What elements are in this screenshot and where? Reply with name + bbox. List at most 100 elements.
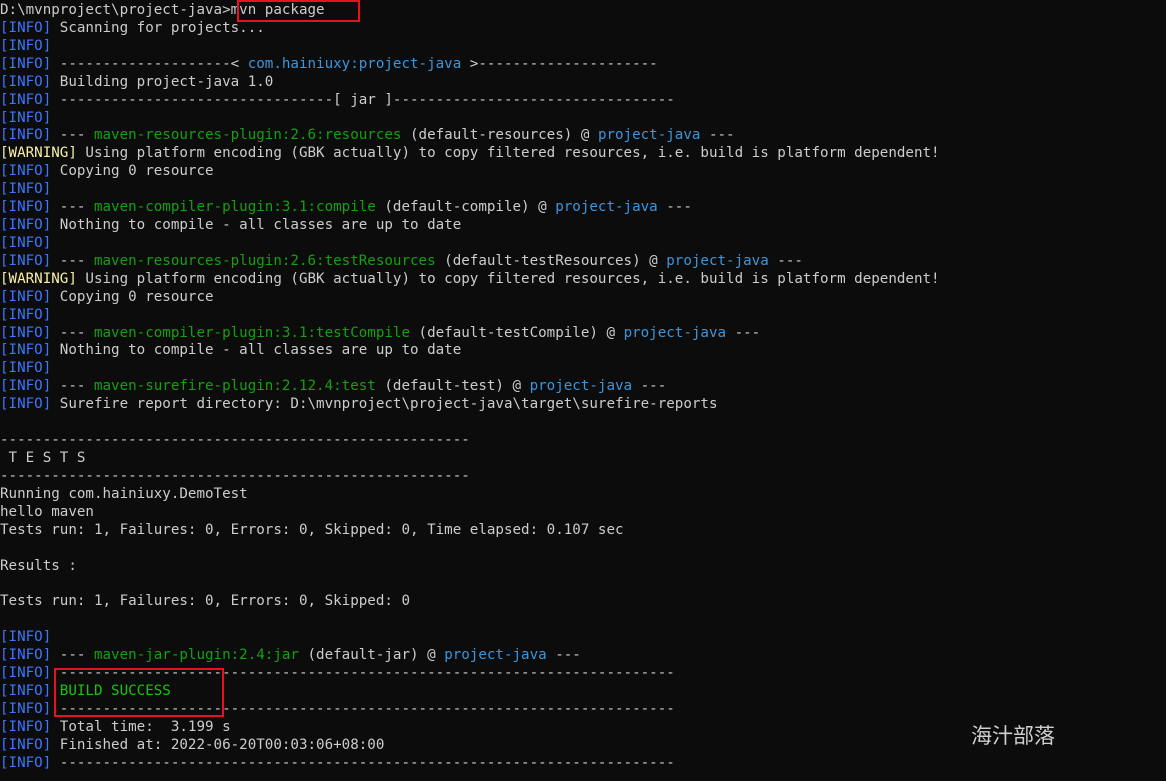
info-tag: [INFO] bbox=[0, 109, 52, 126]
output-text: Running com.hainiuxy.DemoTest bbox=[0, 485, 248, 502]
console-line: Tests run: 1, Failures: 0, Errors: 0, Sk… bbox=[0, 521, 624, 539]
console-line: [INFO] Copying 0 resource bbox=[0, 162, 214, 180]
output-text: T E S T S bbox=[0, 450, 86, 466]
artifact-name: project-java bbox=[597, 127, 701, 144]
output-text: (default-test) @ bbox=[375, 378, 530, 395]
info-tag: [INFO] bbox=[0, 199, 52, 216]
info-tag: [INFO] bbox=[0, 163, 52, 180]
console-line: [WARNING] Using platform encoding (GBK a… bbox=[0, 270, 940, 288]
output-text: hello maven bbox=[0, 503, 94, 520]
console-line: [INFO] --- maven-jar-plugin:2.4:jar (def… bbox=[0, 646, 581, 664]
console-line: ----------------------------------------… bbox=[0, 467, 470, 485]
output-text: Copying 0 resource bbox=[51, 288, 214, 305]
output-text: --- bbox=[51, 252, 94, 269]
output-text: (default-compile) @ bbox=[375, 199, 556, 216]
output-text: Results : bbox=[0, 557, 77, 574]
output-text: >--------------------- bbox=[461, 55, 658, 72]
warning-tag: [WARNING] bbox=[0, 145, 77, 162]
info-tag: [INFO] bbox=[0, 700, 52, 717]
info-tag: [INFO] bbox=[0, 181, 52, 198]
console-line: [INFO] bbox=[0, 37, 51, 55]
output-text: Total time: 3.199 s bbox=[51, 718, 231, 735]
console-line: [INFO] Total time: 3.199 s bbox=[0, 718, 231, 736]
output-text: Surefire report directory: D:\mvnproject… bbox=[51, 396, 718, 413]
info-tag: [INFO] bbox=[0, 37, 52, 54]
console-line: [INFO] Surefire report directory: D:\mvn… bbox=[0, 395, 718, 413]
console-line: [INFO] --------------------------------[… bbox=[0, 91, 675, 109]
plugin-goal: maven-jar-plugin:2.4:jar bbox=[93, 647, 299, 664]
console-line: [INFO] --- maven-compiler-plugin:3.1:com… bbox=[0, 198, 692, 216]
info-tag: [INFO] bbox=[0, 91, 52, 108]
output-text: --- bbox=[546, 647, 581, 664]
info-tag: [INFO] bbox=[0, 718, 52, 735]
console-line: [INFO] bbox=[0, 234, 51, 252]
output-text: ----------------------------------------… bbox=[0, 467, 470, 484]
console-line: [INFO] Building project-java 1.0 bbox=[0, 73, 273, 91]
console-line: [INFO] --- maven-surefire-plugin:2.12.4:… bbox=[0, 377, 666, 395]
console-line: [INFO] bbox=[0, 306, 51, 324]
plugin-goal: maven-surefire-plugin:2.12.4:test bbox=[93, 378, 376, 395]
artifact-name: com.hainiuxy:project-java bbox=[247, 55, 462, 72]
watermark-text: 海汁部落 bbox=[971, 724, 1055, 748]
console-line: Tests run: 1, Failures: 0, Errors: 0, Sk… bbox=[0, 592, 410, 610]
output-text: Using platform encoding (GBK actually) t… bbox=[76, 145, 940, 162]
console-line: [INFO] bbox=[0, 109, 51, 127]
command-highlight-box bbox=[237, 0, 360, 22]
output-text: --- bbox=[51, 199, 94, 216]
info-tag: [INFO] bbox=[0, 754, 52, 771]
prompt-path: D:\mvnproject\project-java> bbox=[0, 2, 231, 18]
output-text: --- bbox=[51, 324, 94, 341]
output-text: --- bbox=[657, 199, 692, 216]
console-line: [INFO] --- maven-resources-plugin:2.6:re… bbox=[0, 126, 735, 144]
console-line: Results : bbox=[0, 557, 77, 575]
info-tag: [INFO] bbox=[0, 217, 52, 234]
info-tag: [INFO] bbox=[0, 324, 52, 341]
terminal-window[interactable]: D:\mvnproject\project-java>mvn package [I… bbox=[0, 0, 1166, 781]
plugin-goal: maven-compiler-plugin:3.1:testCompile bbox=[93, 324, 411, 341]
warning-tag: [WARNING] bbox=[0, 270, 77, 287]
output-text: Scanning for projects... bbox=[51, 19, 265, 36]
output-text: --- bbox=[51, 378, 94, 395]
console-line: hello maven bbox=[0, 503, 94, 521]
console-line: Running com.hainiuxy.DemoTest bbox=[0, 485, 248, 503]
output-text: Tests run: 1, Failures: 0, Errors: 0, Sk… bbox=[0, 521, 624, 538]
info-tag: [INFO] bbox=[0, 342, 52, 359]
info-tag: [INFO] bbox=[0, 682, 52, 699]
output-text: --- bbox=[768, 252, 803, 269]
info-tag: [INFO] bbox=[0, 55, 52, 72]
console-line: ----------------------------------------… bbox=[0, 431, 470, 449]
output-text: Nothing to compile - all classes are up … bbox=[51, 217, 462, 234]
output-text: --- bbox=[726, 324, 761, 341]
info-tag: [INFO] bbox=[0, 19, 52, 36]
console-line: T E S T S bbox=[0, 449, 86, 467]
info-tag: [INFO] bbox=[0, 647, 52, 664]
console-line: [INFO] --- maven-resources-plugin:2.6:te… bbox=[0, 252, 803, 270]
info-tag: [INFO] bbox=[0, 629, 52, 646]
info-tag: [INFO] bbox=[0, 736, 52, 753]
info-tag: [INFO] bbox=[0, 306, 52, 323]
output-text: (default-testCompile) @ bbox=[410, 324, 624, 341]
console-line: [INFO] --------------------< com.hainiux… bbox=[0, 55, 658, 73]
console-line: [INFO] bbox=[0, 628, 51, 646]
output-text: Building project-java 1.0 bbox=[51, 73, 274, 90]
output-text: Nothing to compile - all classes are up … bbox=[51, 342, 462, 359]
output-text: (default-resources) @ bbox=[401, 127, 598, 144]
output-text: --------------------------------[ jar ]-… bbox=[51, 91, 675, 108]
output-text: --- bbox=[632, 378, 667, 395]
console-line: [INFO] Nothing to compile - all classes … bbox=[0, 216, 461, 234]
console-line: [INFO] bbox=[0, 359, 51, 377]
console-line: [INFO] Finished at: 2022-06-20T00:03:06+… bbox=[0, 736, 384, 754]
info-tag: [INFO] bbox=[0, 396, 52, 413]
info-tag: [INFO] bbox=[0, 73, 52, 90]
output-text: Tests run: 1, Failures: 0, Errors: 0, Sk… bbox=[0, 593, 410, 610]
output-text: Copying 0 resource bbox=[51, 163, 214, 180]
output-text: ----------------------------------------… bbox=[51, 754, 675, 771]
console-line: [INFO] ---------------------------------… bbox=[0, 754, 675, 772]
artifact-name: project-java bbox=[444, 647, 547, 664]
output-text: ----------------------------------------… bbox=[0, 432, 470, 449]
output-text: --------------------< bbox=[51, 55, 248, 72]
console-line: [INFO] bbox=[0, 180, 51, 198]
info-tag: [INFO] bbox=[0, 665, 52, 682]
output-text: (default-testResources) @ bbox=[435, 252, 667, 269]
console-line: [INFO] Scanning for projects... bbox=[0, 19, 265, 37]
